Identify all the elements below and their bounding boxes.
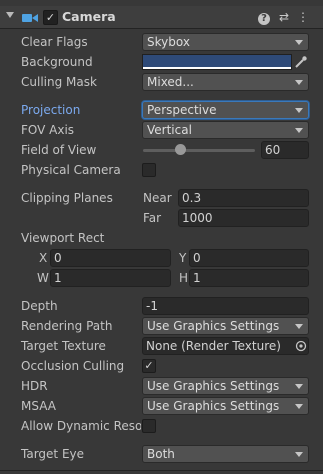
target-eye-label: Target Eye (21, 447, 85, 461)
field-of-view-label: Field of View (21, 143, 97, 157)
target-texture-label: Target Texture (21, 339, 106, 353)
object-picker-icon[interactable] (295, 340, 307, 352)
component-enabled-checkbox[interactable]: ✓ (43, 10, 58, 25)
chevron-down-icon (295, 404, 303, 409)
rendering-path-value: Use Graphics Settings (147, 319, 280, 333)
component-header[interactable]: ✓ Camera ? ⇄ ⋮ (0, 6, 323, 29)
foldout-arrow-icon[interactable] (6, 12, 14, 18)
physical-camera-label: Physical Camera (21, 163, 121, 177)
target-eye-value: Both (147, 447, 175, 461)
presets-icon[interactable]: ⇄ (277, 10, 291, 24)
clear-flags-label: Clear Flags (21, 35, 88, 49)
hdr-value: Use Graphics Settings (147, 379, 280, 393)
alpha-bar (143, 67, 291, 69)
msaa-dropdown[interactable]: Use Graphics Settings (142, 397, 309, 415)
viewport-w-field[interactable]: 1 (50, 269, 171, 287)
background-color-swatch[interactable] (142, 54, 292, 70)
eyedropper-icon[interactable] (294, 55, 308, 69)
bottom-divider (0, 470, 323, 471)
fov-axis-label: FOV Axis (21, 123, 75, 137)
culling-mask-value: Mixed... (147, 75, 194, 89)
chevron-down-icon (295, 384, 303, 389)
background-label: Background (21, 55, 93, 69)
fov-slider-thumb[interactable] (174, 144, 186, 155)
camera-icon (22, 14, 38, 22)
physical-camera-checkbox[interactable] (142, 163, 156, 177)
fov-slider-track[interactable] (143, 149, 255, 152)
viewport-w-label: W (37, 271, 49, 285)
hdr-dropdown[interactable]: Use Graphics Settings (142, 377, 309, 395)
near-clip-field[interactable]: 0.3 (178, 189, 309, 207)
chevron-down-icon (295, 108, 303, 113)
depth-field[interactable]: -1 (142, 297, 309, 315)
help-icon[interactable]: ? (257, 10, 271, 25)
clear-flags-dropdown[interactable]: Skybox (142, 33, 309, 51)
fov-value-field[interactable]: 60 (261, 141, 309, 159)
more-menu-icon[interactable]: ⋮ (296, 10, 310, 24)
projection-value: Perspective (147, 103, 217, 117)
viewport-x-field[interactable]: 0 (50, 249, 171, 267)
rendering-path-dropdown[interactable]: Use Graphics Settings (142, 317, 309, 335)
culling-mask-dropdown[interactable]: Mixed... (142, 73, 309, 91)
clipping-planes-label: Clipping Planes (21, 191, 113, 205)
viewport-h-label: H (179, 271, 189, 285)
near-label: Near (143, 191, 172, 205)
projection-dropdown[interactable]: Perspective (142, 101, 309, 119)
chevron-down-icon (295, 324, 303, 329)
msaa-value: Use Graphics Settings (147, 399, 280, 413)
far-clip-field[interactable]: 1000 (178, 209, 309, 227)
chevron-down-icon (295, 128, 303, 133)
projection-label: Projection (21, 103, 81, 117)
allow-dynamic-resolution-label: Allow Dynamic Resol (21, 419, 141, 433)
chevron-down-icon (295, 40, 303, 45)
msaa-label: MSAA (21, 399, 56, 413)
viewport-y-label: Y (179, 251, 187, 265)
component-title: Camera (62, 9, 116, 24)
target-texture-field[interactable]: None (Render Texture) (142, 337, 309, 355)
rendering-path-label: Rendering Path (21, 319, 113, 333)
clear-flags-value: Skybox (147, 35, 190, 49)
fov-axis-dropdown[interactable]: Vertical (142, 121, 309, 139)
viewport-h-field[interactable]: 1 (189, 269, 309, 287)
camera-inspector-panel: ✓ Camera ? ⇄ ⋮ Clear Flags Skybox Backgr… (0, 0, 323, 474)
far-label: Far (143, 211, 162, 225)
target-texture-value: None (Render Texture) (146, 339, 281, 353)
chevron-down-icon (295, 80, 303, 85)
hdr-label: HDR (21, 379, 48, 393)
depth-label: Depth (21, 299, 58, 313)
viewport-rect-label: Viewport Rect (21, 231, 105, 245)
target-eye-dropdown[interactable]: Both (142, 445, 309, 463)
allow-dynamic-resolution-checkbox[interactable] (142, 419, 156, 433)
culling-mask-label: Culling Mask (21, 75, 97, 89)
viewport-x-label: X (39, 251, 48, 265)
chevron-down-icon (295, 452, 303, 457)
occlusion-culling-checkbox[interactable]: ✓ (142, 359, 156, 373)
occlusion-culling-label: Occlusion Culling (21, 359, 125, 373)
fov-axis-value: Vertical (147, 123, 192, 137)
viewport-y-field[interactable]: 0 (189, 249, 309, 267)
